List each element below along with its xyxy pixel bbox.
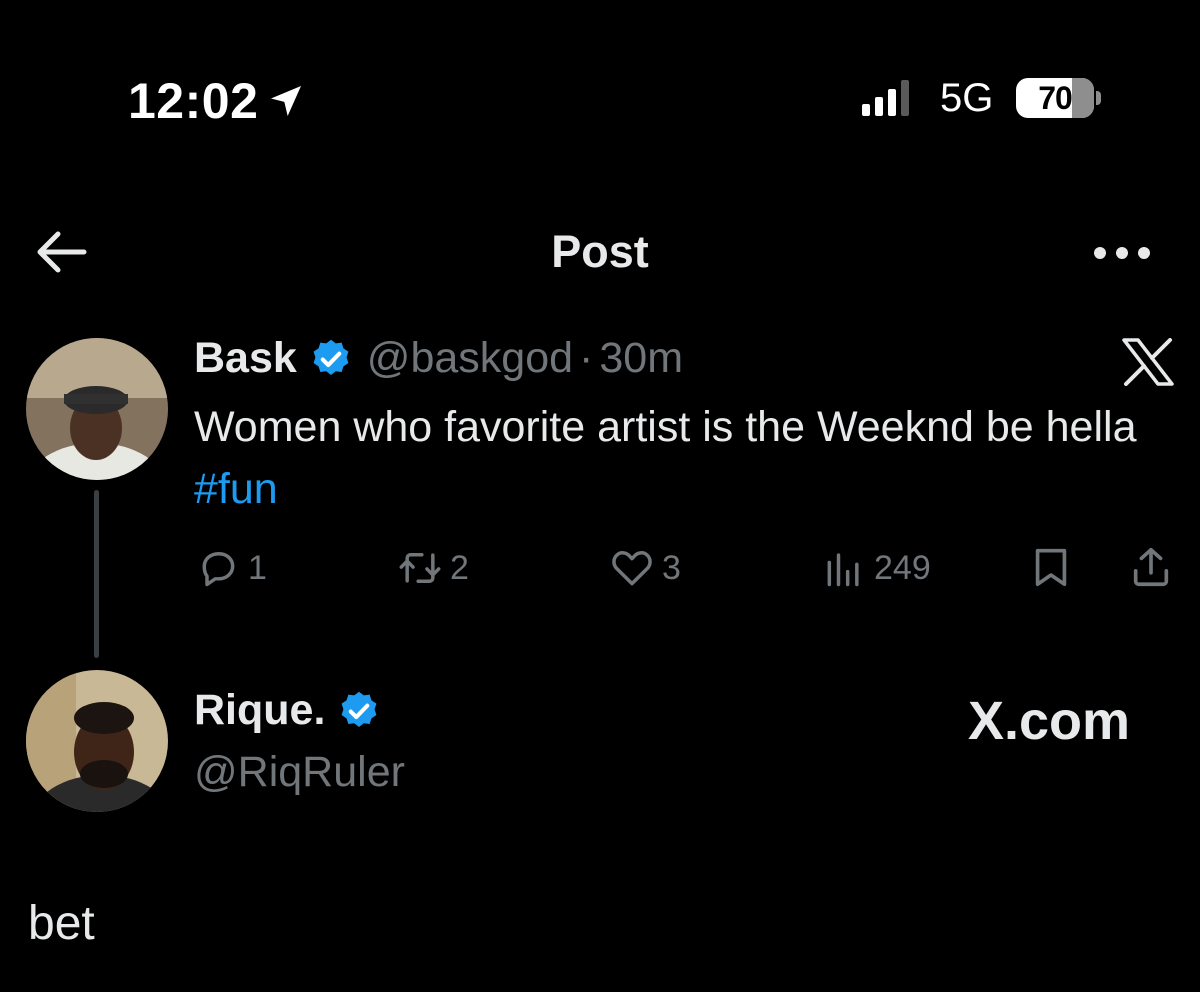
post-time[interactable]: 30m [599, 334, 683, 383]
like-count: 3 [662, 548, 681, 587]
reply-author-row: Rique. [194, 686, 381, 735]
reply-icon [202, 551, 235, 587]
battery-icon: 70 [1016, 78, 1094, 118]
like-button[interactable]: 3 [610, 546, 681, 590]
avatar-bask-image [26, 338, 168, 480]
author-name[interactable]: Bask [194, 334, 297, 383]
reply-author-handle[interactable]: @RiqRuler [194, 748, 405, 797]
views-button[interactable]: 249 [822, 546, 931, 590]
more-icon[interactable] [1090, 236, 1154, 270]
battery-level: 70 [1038, 79, 1073, 116]
avatar-rique-image [26, 670, 168, 812]
like-icon [612, 551, 652, 586]
hashtag-link[interactable]: #fun [194, 465, 278, 513]
views-icon [827, 553, 859, 587]
post-text: Women who favorite artist is the Weeknd … [194, 396, 1164, 520]
status-bar-time: 12:02 [128, 72, 306, 130]
reply-author-name[interactable]: Rique. [194, 686, 325, 735]
time-text: 12:02 [128, 73, 259, 129]
battery-tip [1096, 91, 1101, 105]
location-arrow-icon [271, 86, 302, 116]
thread-line [94, 490, 99, 658]
signal-icon [862, 80, 909, 116]
reply-text: bet [28, 897, 95, 950]
bookmark-icon[interactable] [1028, 544, 1074, 590]
x-com-watermark: X.com [968, 691, 1131, 751]
verified-badge-icon [313, 339, 349, 375]
repost-count: 2 [450, 548, 469, 587]
share-icon[interactable] [1128, 544, 1174, 590]
page-title: Post [551, 226, 649, 277]
avatar[interactable] [26, 670, 168, 812]
network-type: 5G [940, 76, 994, 120]
reply-button[interactable]: 1 [196, 546, 267, 590]
verified-badge-icon [341, 691, 377, 727]
reply-count: 1 [248, 548, 267, 587]
repost-icon [399, 553, 441, 583]
views-count: 249 [874, 548, 931, 587]
post-header: Bask @baskgod · 30m [194, 334, 683, 383]
avatar[interactable] [26, 338, 168, 480]
repost-button[interactable]: 2 [398, 546, 469, 590]
x-logo-icon [1122, 338, 1174, 386]
separator-dot: · [579, 334, 594, 382]
author-handle[interactable]: @baskgod [367, 334, 573, 383]
post-text-body: Women who favorite artist is the Weeknd … [194, 403, 1137, 451]
